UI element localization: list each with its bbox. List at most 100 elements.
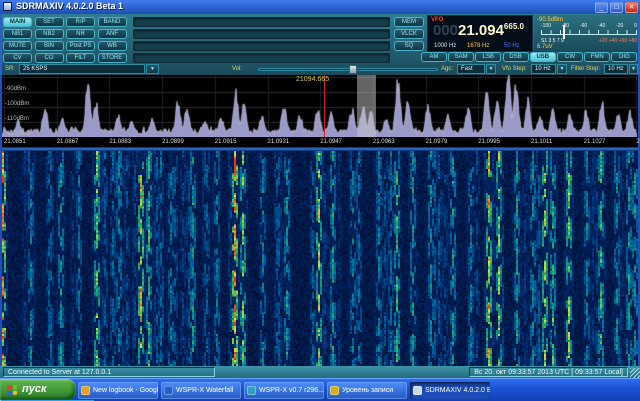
mode-button-am[interactable]: AM bbox=[421, 52, 447, 62]
mode-button-sam[interactable]: SAM bbox=[448, 52, 474, 62]
panel-button-band[interactable]: BAND bbox=[98, 17, 127, 27]
freq-axis-label: 21.0915 bbox=[215, 139, 237, 145]
volume-slider-track[interactable] bbox=[258, 68, 438, 71]
s-meter-plus-scale: +20 +40 +60 +80 bbox=[599, 38, 637, 44]
panel-row-slot bbox=[133, 53, 390, 63]
panel-button-cv[interactable]: CV bbox=[3, 53, 32, 63]
side-button-sq[interactable]: SQ bbox=[394, 41, 424, 51]
panel-button-main[interactable]: MAIN bbox=[3, 17, 32, 27]
s-meter-tick-label: 0 bbox=[634, 23, 637, 29]
spectrum-db-label: -110dBm bbox=[5, 116, 29, 122]
taskbar-button-sdrmaxiv-4-0[interactable]: SDRMAXIV 4.0.2.0 B... bbox=[410, 382, 490, 399]
task-label: WSPR-X Waterfall bbox=[176, 387, 233, 394]
side-button-mem[interactable]: MEM bbox=[394, 17, 424, 27]
frequency-digits-small: 665.0 bbox=[504, 22, 524, 31]
panel-button-post-ps[interactable]: Post PS bbox=[66, 41, 95, 51]
freq-axis-label: 21.0963 bbox=[373, 139, 395, 145]
panel-button-co[interactable]: CO bbox=[35, 53, 64, 63]
maximize-button[interactable]: □ bbox=[610, 2, 623, 13]
freq-left-readout: 1000 Hz bbox=[434, 43, 456, 49]
freq-axis-label: 21.1011 bbox=[531, 139, 552, 145]
spectrum-waterfall-divider bbox=[2, 147, 638, 151]
panel-button-wb[interactable]: WB bbox=[98, 41, 127, 51]
panel-button-nb1[interactable]: NB1 bbox=[3, 29, 32, 39]
close-button[interactable]: ✕ bbox=[625, 2, 638, 13]
mode-button-cw[interactable]: CW bbox=[557, 52, 583, 62]
resize-grip[interactable] bbox=[630, 368, 640, 378]
freq-axis-label: 21.0931 bbox=[268, 139, 290, 145]
filter-step-select[interactable]: 10 Hz bbox=[604, 64, 628, 74]
tuning-cursor-line bbox=[324, 75, 325, 137]
filter-step-arrow-icon[interactable]: ▼ bbox=[629, 64, 638, 74]
task-icon bbox=[247, 386, 256, 395]
task-icon bbox=[413, 386, 422, 395]
freq-mid-readout: 1678 Hz bbox=[467, 43, 489, 49]
vfo-step-arrow-icon[interactable]: ▼ bbox=[557, 64, 567, 74]
panel-button-nr[interactable]: NR bbox=[66, 29, 95, 39]
s-meter-scale-top: -100-80-60-40-200 bbox=[541, 23, 637, 29]
taskbar-button-new-logbook[interactable]: New logbook - Googl... bbox=[78, 382, 158, 399]
mode-button-dsb[interactable]: DSB bbox=[503, 52, 529, 62]
freq-axis-label: 21.1027 bbox=[584, 139, 606, 145]
minimize-button[interactable]: _ bbox=[595, 2, 608, 13]
freq-axis-label: 21.1043 bbox=[636, 139, 640, 145]
s-meter-tick-label: -60 bbox=[580, 23, 587, 29]
taskbar-button-wspr-x-v0-7[interactable]: WSPR-X v0.7 r296... bbox=[244, 382, 324, 399]
panel-button-mute[interactable]: MUTE bbox=[3, 41, 32, 51]
freq-right-readout: 50 Hz bbox=[504, 43, 520, 49]
spectrum-db-label: -120dBm bbox=[5, 131, 29, 137]
task-label: New logbook - Googl... bbox=[93, 387, 158, 394]
side-button-vlck[interactable]: VLCK bbox=[394, 29, 424, 39]
volume-label: Vol: bbox=[232, 66, 242, 72]
panel-row-slot bbox=[133, 17, 390, 27]
window-title: SDRMAXIV 4.0.2.0 Beta 1 bbox=[16, 1, 123, 11]
status-clock: Вс 20. окт 09:33:57 2013 UTC [ 09:33:57 … bbox=[469, 367, 628, 377]
taskbar-button-[interactable]: Уровень записи bbox=[327, 382, 407, 399]
taskbar: пуск EN 9:33 New logbook - Googl...WSPR-… bbox=[0, 378, 640, 401]
frequency-digits[interactable]: 00021.094665.0 bbox=[433, 21, 524, 39]
panel-row-slot bbox=[133, 29, 390, 39]
task-icon bbox=[164, 386, 173, 395]
agc-label: Agc: bbox=[441, 66, 453, 72]
sample-rate-select[interactable]: 25 KSPS bbox=[19, 64, 145, 74]
status-connection: Connected to Server at 127.0.0.1 bbox=[3, 367, 215, 377]
s-meter-tick-label: -40 bbox=[598, 23, 605, 29]
panel-button-bin[interactable]: BIN bbox=[35, 41, 64, 51]
s-meter-ticks bbox=[541, 30, 637, 35]
freq-axis-label: 21.0947 bbox=[320, 139, 342, 145]
app-icon bbox=[3, 2, 12, 11]
mode-button-dig[interactable]: DIG bbox=[611, 52, 637, 62]
mode-button-lsb[interactable]: LSB bbox=[475, 52, 501, 62]
waterfall-display[interactable] bbox=[2, 151, 638, 366]
s-meter-scale-bottom: S1 3 5 7 9+20 +40 +60 +80 bbox=[541, 38, 637, 44]
panel-button-anf[interactable]: ANF bbox=[98, 29, 127, 39]
spectrum-display[interactable] bbox=[2, 75, 638, 137]
panel-button-store[interactable]: STORE bbox=[98, 53, 127, 63]
filter-step-label: Filter Step: bbox=[571, 66, 600, 72]
panel-button-r-p[interactable]: R/P bbox=[66, 17, 95, 27]
agc-arrow-icon[interactable]: ▼ bbox=[486, 64, 496, 74]
mode-button-fmn[interactable]: FMN bbox=[584, 52, 610, 62]
frequency-digits-main: 21.094 bbox=[458, 22, 504, 39]
taskbar-button-wspr-x-water[interactable]: WSPR-X Waterfall bbox=[161, 382, 241, 399]
filter-passband[interactable] bbox=[357, 75, 376, 137]
s-meter-tick-label: -100 bbox=[541, 23, 551, 29]
tuning-cursor-label: 21094.665 bbox=[296, 76, 329, 83]
mode-button-usb[interactable]: USB bbox=[530, 52, 556, 62]
panel-button-set[interactable]: SET bbox=[35, 17, 64, 27]
spectrum-db-label: -90dBm bbox=[5, 86, 26, 92]
vfo-step-select[interactable]: 10 Hz bbox=[531, 64, 556, 74]
freq-axis-label: 21.0851 bbox=[4, 139, 26, 145]
vfo-step-label: Vfo Step: bbox=[502, 66, 527, 72]
task-icon bbox=[81, 386, 90, 395]
sample-rate-label: SR: bbox=[5, 66, 15, 72]
sample-rate-arrow-icon[interactable]: ▼ bbox=[146, 64, 159, 74]
windows-logo-icon bbox=[7, 385, 17, 396]
volume-slider-thumb[interactable] bbox=[349, 65, 357, 74]
panel-button-filt[interactable]: FILT bbox=[66, 53, 95, 63]
side-button-column: MEM VLCK SQ bbox=[394, 14, 426, 54]
panel-button-nb2[interactable]: NB2 bbox=[35, 29, 64, 39]
agc-select[interactable]: Fast bbox=[457, 64, 485, 74]
spectrum-x-axis: 21.085121.086721.088321.089921.091521.09… bbox=[2, 137, 638, 147]
freq-axis-label: 21.0883 bbox=[109, 139, 131, 145]
